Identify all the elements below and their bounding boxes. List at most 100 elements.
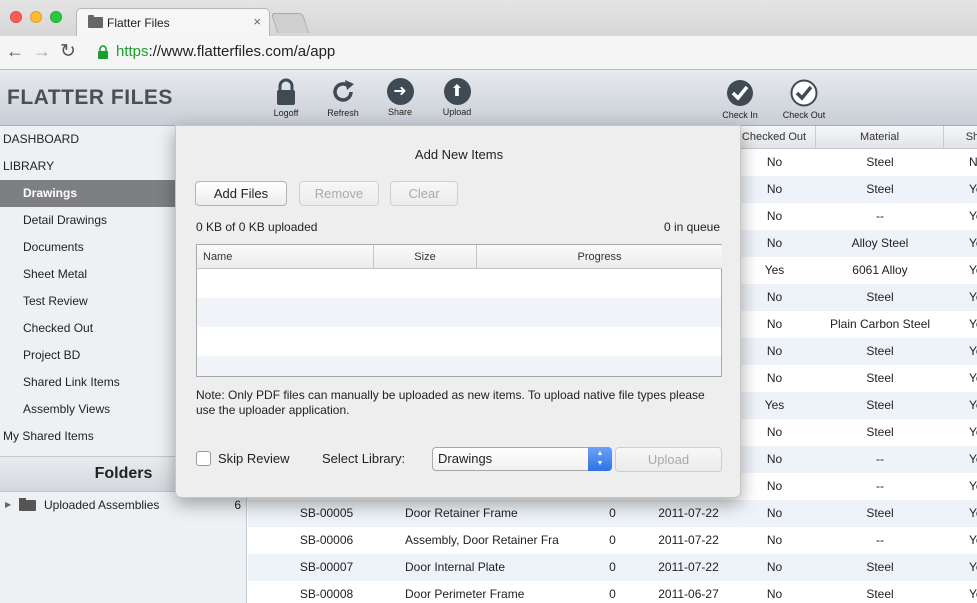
share-button[interactable]: ➜ Share	[372, 78, 428, 117]
tab-title: Flatter Files	[107, 16, 170, 30]
maximize-window-button[interactable]	[50, 11, 62, 23]
cell-desc: Door Perimeter Frame	[405, 587, 525, 601]
remove-button[interactable]: Remove	[299, 181, 379, 206]
library-selected-value: Drawings	[438, 451, 493, 466]
folder-icon	[88, 15, 103, 28]
folder-name: Uploaded Assemblies	[44, 498, 160, 512]
select-stepper-icon: ▲ ▼	[588, 447, 612, 471]
upload-submit-button[interactable]: Upload	[615, 447, 722, 472]
cell-sha: Ye	[969, 398, 977, 412]
add-files-button[interactable]: Add Files	[195, 181, 287, 206]
logoff-label: Logoff	[273, 108, 299, 118]
column-header-checked-out[interactable]: Checked Out	[733, 126, 816, 149]
table-row[interactable]: SB-00007 Door Internal Plate 0 2011-07-22 No…	[248, 554, 977, 581]
file-row	[197, 269, 721, 298]
column-header-name[interactable]: Name	[197, 245, 374, 269]
cell-date: 2011-07-22	[658, 560, 719, 574]
upload-label: Upload	[442, 107, 472, 117]
table-row[interactable]: SB-00005 Door Retainer Frame 0 2011-07-22 No…	[248, 500, 977, 527]
cell-mat: --	[876, 452, 884, 466]
reload-icon[interactable]: ↻	[60, 40, 76, 63]
cell-mat: Steel	[866, 155, 894, 169]
cell-mat: Steel	[866, 398, 894, 412]
cell-date: 2011-06-27	[658, 587, 719, 601]
cell-sha: N	[969, 155, 977, 169]
cell-out: No	[766, 317, 783, 331]
cell-out: No	[766, 560, 783, 574]
table-row[interactable]: SB-00008 Door Perimeter Frame 0 2011-06-27 N…	[248, 581, 977, 603]
cell-out: No	[766, 479, 783, 493]
column-header-sha[interactable]: Sha	[944, 126, 977, 149]
browser-toolbar: ← → ↻ https://www.flatterfiles.com/a/app	[0, 36, 977, 70]
cell-sha: Ye	[969, 560, 977, 574]
column-header-progress[interactable]: Progress	[477, 245, 722, 269]
browser-tab[interactable]: Flatter Files ×	[76, 8, 270, 36]
upload-button[interactable]: ⬆ Upload	[429, 78, 485, 117]
cell-out: No	[766, 155, 783, 169]
add-new-items-dialog: Add New Items Add Files Remove Clear 0 K…	[175, 125, 741, 498]
cell-out: Yes	[764, 398, 785, 412]
cell-rev: 0	[609, 560, 616, 574]
cell-rev: 0	[609, 587, 616, 601]
check-out-button[interactable]: Check Out	[776, 78, 832, 120]
cell-sha: Ye	[969, 587, 977, 601]
clear-button[interactable]: Clear	[390, 181, 458, 206]
check-out-label: Check Out	[782, 110, 826, 120]
cell-date: 2011-07-22	[658, 533, 719, 547]
cell-mat: Steel	[866, 560, 894, 574]
skip-review-label[interactable]: Skip Review	[218, 451, 290, 466]
forward-arrow-icon[interactable]: →	[33, 41, 51, 62]
skip-review-checkbox[interactable]	[196, 451, 211, 466]
column-header-material[interactable]: Material	[816, 126, 944, 149]
cell-mat: Steel	[866, 425, 894, 439]
cell-mat: Steel	[866, 290, 894, 304]
cell-sha: Ye	[969, 452, 977, 466]
padlock-icon	[277, 78, 295, 105]
file-row	[197, 356, 721, 376]
dialog-title: Add New Items	[414, 147, 504, 162]
refresh-button[interactable]: Refresh	[315, 78, 371, 118]
cell-desc: Assembly, Door Retainer Fra	[405, 533, 559, 547]
close-window-button[interactable]	[10, 11, 22, 23]
cell-sha: Ye	[969, 290, 977, 304]
cell-part: SB-00005	[299, 506, 354, 520]
logoff-button[interactable]: Logoff	[258, 78, 314, 118]
address-bar[interactable]: https://www.flatterfiles.com/a/app	[116, 43, 335, 60]
check-in-label: Check In	[722, 110, 758, 120]
column-header-size[interactable]: Size	[374, 245, 477, 269]
cell-rev: 0	[609, 506, 616, 520]
new-tab-button[interactable]	[270, 13, 310, 33]
cell-desc: Door Internal Plate	[405, 560, 506, 574]
minimize-window-button[interactable]	[30, 11, 42, 23]
cell-part: SB-00008	[299, 587, 354, 601]
cell-out: No	[766, 182, 783, 196]
cell-mat: Alloy Steel	[851, 236, 909, 250]
tab-close-icon[interactable]: ×	[253, 14, 261, 29]
cell-sha: Ye	[969, 506, 977, 520]
upload-status: 0 KB of 0 KB uploaded	[196, 220, 318, 234]
check-in-icon	[727, 80, 753, 106]
cell-sha: Ye	[969, 479, 977, 493]
cell-out: No	[766, 533, 783, 547]
back-arrow-icon[interactable]: ←	[6, 41, 24, 62]
table-row[interactable]: SB-00006 Assembly, Door Retainer Fra 0 2011…	[248, 527, 977, 554]
select-library-label: Select Library:	[322, 451, 406, 466]
expand-triangle-icon[interactable]: ▶	[5, 492, 11, 518]
cell-out: No	[766, 209, 783, 223]
refresh-label: Refresh	[327, 108, 359, 118]
upload-file-list[interactable]: Name Size Progress	[196, 244, 722, 377]
cell-out: No	[766, 587, 783, 601]
library-select[interactable]: Drawings ▲ ▼	[432, 447, 612, 471]
cell-out: No	[766, 344, 783, 358]
cell-sha: Ye	[969, 344, 977, 358]
cell-out: No	[766, 425, 783, 439]
queue-status: 0 in queue	[663, 220, 720, 234]
cell-sha: Ye	[969, 533, 977, 547]
check-in-button[interactable]: Check In	[712, 78, 768, 120]
browser-tab-bar: Flatter Files ×	[0, 0, 977, 36]
share-arrow-icon: ➜	[386, 78, 414, 105]
app-logo: FLATTER FILES	[7, 86, 173, 109]
cell-out: No	[766, 236, 783, 250]
cell-mat: Plain Carbon Steel	[829, 317, 931, 331]
check-out-icon	[790, 79, 818, 107]
